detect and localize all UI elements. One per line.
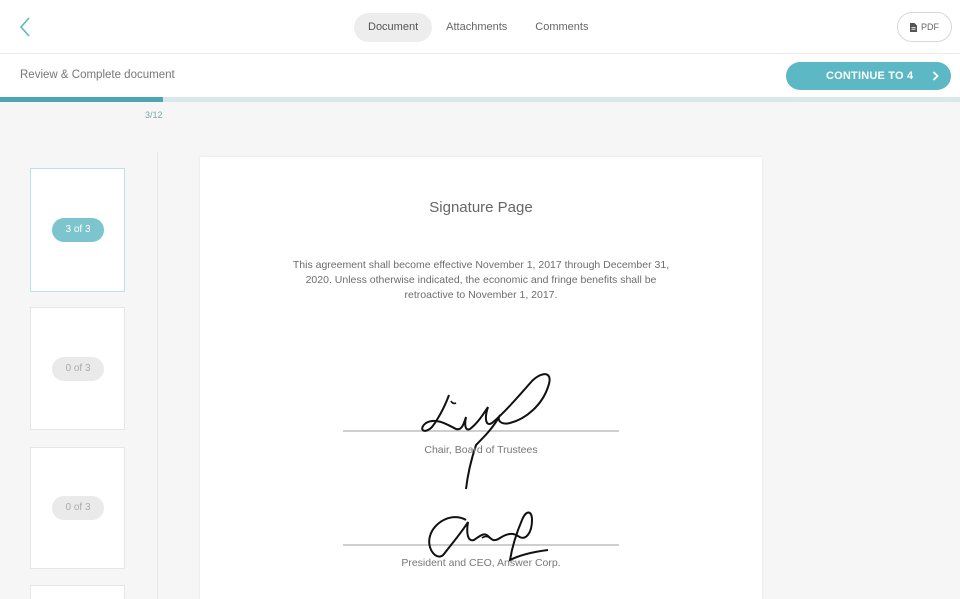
page-title: Review & Complete document: [20, 69, 175, 81]
thumbnail-badge: 3 of 3: [52, 218, 104, 242]
tab-bar: Document Attachments Comments: [354, 13, 602, 42]
document-icon: [910, 22, 917, 32]
back-button[interactable]: [14, 15, 38, 39]
continue-label: CONTINUE TO 4: [826, 70, 914, 82]
progress-bar: [0, 97, 960, 102]
page-thumbnail-3[interactable]: 3 of 3: [30, 168, 125, 292]
page-thumbnail-6[interactable]: [30, 585, 125, 599]
progress-fill: [0, 97, 163, 102]
tab-document[interactable]: Document: [354, 13, 433, 42]
page-thumbnail-4[interactable]: 0 of 3: [30, 307, 125, 430]
page-thumbnail-5[interactable]: 0 of 3: [30, 447, 125, 569]
tab-comments[interactable]: Comments: [521, 13, 602, 42]
sidebar-divider: [157, 152, 158, 599]
progress-label: 3/12: [145, 110, 163, 120]
thumbnail-badge: 0 of 3: [52, 496, 104, 520]
tab-attachments[interactable]: Attachments: [432, 13, 521, 42]
chevron-left-icon: [19, 17, 30, 37]
agreement-text: This agreement shall become effective No…: [292, 259, 670, 301]
pdf-button[interactable]: PDF: [897, 12, 952, 42]
signer-caption-2: President and CEO, Answer Corp.: [401, 557, 561, 569]
document-page: Signature Page This agreement shall beco…: [200, 157, 762, 599]
thumbnail-badge: 0 of 3: [52, 357, 104, 381]
pdf-label: PDF: [921, 22, 939, 32]
document-title: Signature Page: [429, 199, 533, 216]
continue-button[interactable]: CONTINUE TO 4: [786, 62, 951, 90]
signer-caption-1: Chair, Board of Trustees: [424, 444, 538, 456]
signature-chair: [421, 373, 551, 490]
chevron-right-icon: [932, 71, 939, 81]
top-bar: Document Attachments Comments PDF: [0, 0, 960, 54]
